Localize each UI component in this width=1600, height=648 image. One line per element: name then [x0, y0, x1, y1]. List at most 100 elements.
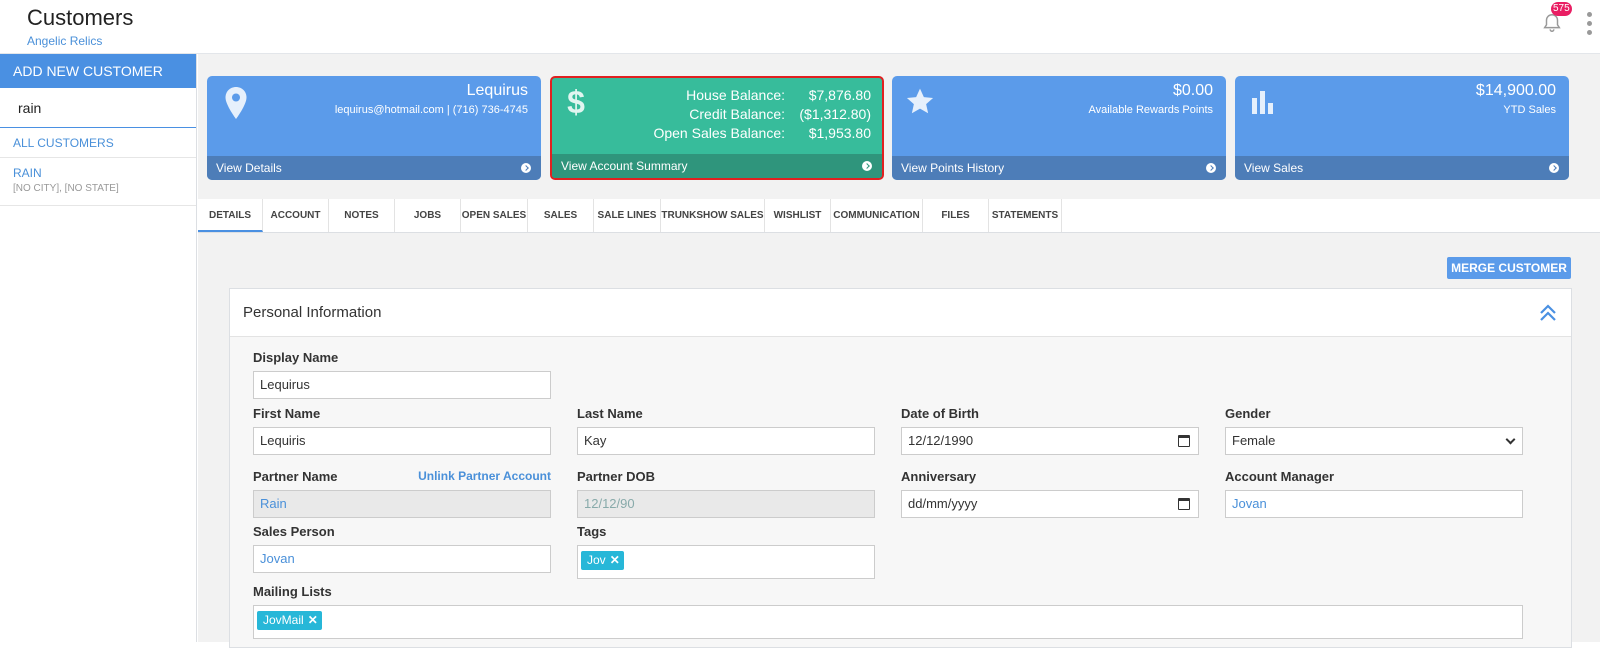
sales-person-label: Sales Person: [253, 524, 335, 539]
notification-badge: 575: [1551, 2, 1572, 16]
dollar-icon: $: [567, 86, 585, 118]
mailing-lists-label: Mailing Lists: [253, 584, 332, 599]
credit-balance-row: Credit Balance: ($1,312.80): [653, 105, 871, 124]
ytd-sales-label: YTD Sales: [1503, 104, 1556, 116]
rewards-card: $0.00 Available Rewards Points View Poin…: [892, 76, 1226, 180]
chevron-double-up-icon[interactable]: [1539, 303, 1557, 323]
first-name-input[interactable]: Lequiris: [253, 427, 551, 455]
sales-person-input[interactable]: Jovan: [253, 545, 551, 573]
unlink-partner-account-link[interactable]: Unlink Partner Account: [418, 469, 551, 483]
view-sales-link[interactable]: View Sales: [1235, 156, 1569, 180]
tab-trunkshow-sales[interactable]: TRUNKSHOW SALES: [661, 199, 765, 232]
store-name[interactable]: Angelic Relics: [27, 34, 102, 48]
customer-location: [NO CITY], [NO STATE]: [13, 183, 119, 194]
house-balance-label: House Balance:: [686, 87, 785, 103]
account-manager-input[interactable]: Jovan: [1225, 490, 1523, 518]
star-icon: [906, 88, 934, 114]
view-details-link[interactable]: View Details: [207, 156, 541, 180]
tab-statements[interactable]: STATEMENTS: [989, 199, 1062, 232]
partner-name-field: Partner Name Unlink Partner Account Rain: [253, 469, 551, 518]
balance-card: $ House Balance: $7,876.80 Credit Balanc…: [550, 76, 884, 180]
anniversary-label: Anniversary: [901, 469, 977, 484]
add-new-customer-button[interactable]: ADD NEW CUSTOMER: [0, 54, 196, 88]
open-sales-balance-label: Open Sales Balance:: [653, 125, 785, 141]
personal-information-panel: Personal Information Display Name Lequir…: [229, 288, 1572, 648]
page-title: Customers: [27, 5, 134, 30]
remove-mailing-list-icon[interactable]: ✕: [308, 613, 318, 627]
customer-sidebar: ADD NEW CUSTOMER rain ALL CUSTOMERS RAIN…: [0, 54, 197, 642]
tab-account[interactable]: ACCOUNT: [263, 199, 329, 232]
display-name-input[interactable]: Lequirus: [253, 371, 551, 399]
tab-wishlist[interactable]: WISHLIST: [765, 199, 831, 232]
tab-sales[interactable]: SALES: [528, 199, 594, 232]
account-manager-label: Account Manager: [1225, 469, 1335, 484]
gender-select[interactable]: Female: [1225, 427, 1523, 455]
remove-tag-icon[interactable]: ✕: [610, 553, 620, 567]
tab-communication[interactable]: COMMUNICATION: [831, 199, 923, 232]
tab-details[interactable]: DETAILS: [198, 199, 263, 232]
tag-chip: Jov ✕: [581, 551, 624, 570]
first-name-field: First Name Lequiris: [253, 406, 551, 455]
account-manager-field: Account Manager Jovan: [1225, 469, 1523, 518]
customer-contact-info: lequirus@hotmail.com | (716) 736-4745: [334, 104, 528, 116]
dob-value: 12/12/1990: [908, 433, 974, 448]
customer-search-input[interactable]: rain: [0, 88, 196, 128]
anniversary-field: Anniversary dd/mm/yyyy: [901, 469, 1199, 518]
chevron-down-icon: [1505, 434, 1516, 445]
sales-card: $14,900.00 YTD Sales View Sales: [1235, 76, 1569, 180]
last-name-label: Last Name: [577, 406, 643, 421]
customer-list-item[interactable]: RAIN [NO CITY], [NO STATE]: [0, 158, 196, 206]
view-account-summary-link[interactable]: View Account Summary: [552, 154, 882, 178]
rewards-label: Available Rewards Points: [1088, 104, 1213, 116]
bar-chart-icon: [1252, 91, 1273, 114]
app-header: Customers Angelic Relics 575: [0, 0, 1600, 54]
main-content: Lequirus lequirus@hotmail.com | (716) 73…: [198, 54, 1600, 648]
tab-files[interactable]: FILES: [923, 199, 989, 232]
tags-input[interactable]: Jov ✕: [577, 545, 875, 579]
anniversary-input[interactable]: dd/mm/yyyy: [901, 490, 1199, 518]
merge-customer-button[interactable]: MERGE CUSTOMER: [1447, 257, 1571, 279]
tab-sale-lines[interactable]: SALE LINES: [594, 199, 661, 232]
anniversary-placeholder: dd/mm/yyyy: [908, 496, 978, 511]
tags-label: Tags: [577, 524, 607, 539]
open-sales-balance-value: $1,953.80: [808, 125, 871, 141]
gender-field: Gender Female: [1225, 406, 1523, 455]
view-account-summary-label: View Account Summary: [561, 159, 688, 173]
house-balance-value: $7,876.80: [808, 87, 871, 103]
rewards-amount: $0.00: [1172, 82, 1213, 99]
display-name-field: Display Name Lequirus: [253, 350, 551, 399]
tab-open-sales[interactable]: OPEN SALES: [461, 199, 528, 232]
dob-field: Date of Birth 12/12/1990: [901, 406, 1199, 455]
mailing-list-chip-label: JovMail: [263, 613, 304, 627]
view-points-history-link[interactable]: View Points History: [892, 156, 1226, 180]
contact-card: Lequirus lequirus@hotmail.com | (716) 73…: [207, 76, 541, 180]
all-customers-link[interactable]: ALL CUSTOMERS: [0, 128, 196, 158]
more-options-icon[interactable]: [1587, 12, 1595, 38]
partner-dob-label: Partner DOB: [577, 469, 656, 484]
last-name-input[interactable]: Kay: [577, 427, 875, 455]
display-name-label: Display Name: [253, 350, 339, 365]
svg-text:$: $: [567, 86, 585, 118]
house-balance-row: House Balance: $7,876.80: [653, 86, 871, 105]
dob-label: Date of Birth: [901, 406, 979, 421]
calendar-icon[interactable]: [1178, 435, 1190, 447]
mailing-lists-input[interactable]: JovMail ✕: [253, 605, 1523, 639]
credit-balance-value: ($1,312.80): [799, 106, 871, 122]
calendar-icon[interactable]: [1178, 498, 1190, 510]
balance-summary: House Balance: $7,876.80 Credit Balance:…: [653, 86, 871, 143]
dob-input[interactable]: 12/12/1990: [901, 427, 1199, 455]
gender-label: Gender: [1225, 406, 1271, 421]
mailing-lists-field: Mailing Lists JovMail ✕: [253, 584, 1523, 639]
chevron-right-icon: [521, 163, 531, 173]
mailing-list-chip: JovMail ✕: [257, 611, 322, 630]
gender-value: Female: [1232, 433, 1276, 448]
view-details-label: View Details: [216, 161, 282, 175]
tag-chip-label: Jov: [587, 553, 606, 567]
chevron-right-icon: [1549, 163, 1559, 173]
partner-name-input: Rain: [253, 490, 551, 518]
open-sales-balance-row: Open Sales Balance: $1,953.80: [653, 124, 871, 143]
tab-jobs[interactable]: JOBS: [395, 199, 461, 232]
chevron-right-icon: [1206, 163, 1216, 173]
map-pin-icon: [225, 87, 247, 119]
tab-notes[interactable]: NOTES: [329, 199, 395, 232]
